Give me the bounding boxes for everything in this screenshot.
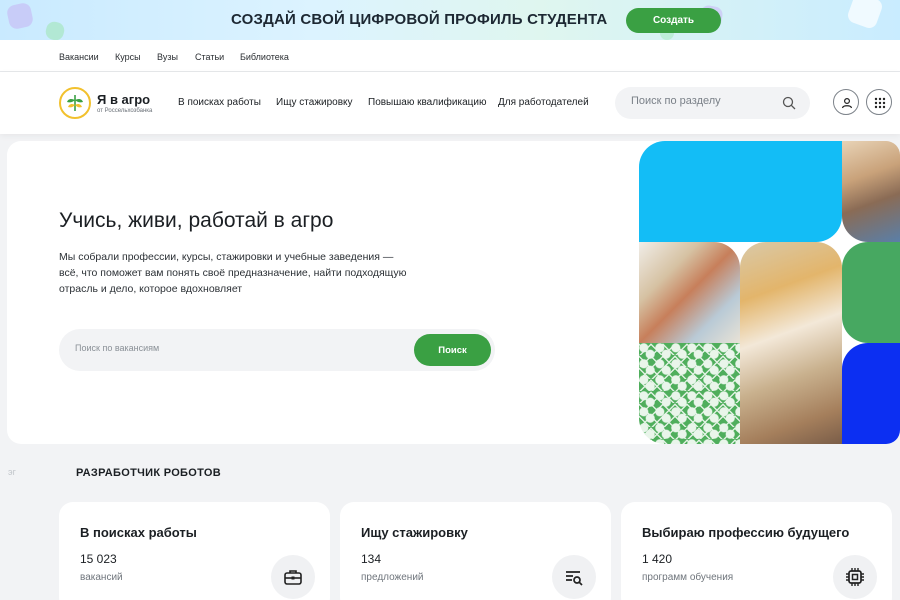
topnav-vacancies[interactable]: Вакансии	[59, 52, 99, 62]
collage-tile-green	[842, 242, 900, 343]
card-count: 134	[361, 552, 382, 566]
topnav-courses[interactable]: Курсы	[115, 52, 141, 62]
nav-upskilling[interactable]: Повышаю квалификацию	[368, 97, 486, 108]
decor-shape	[44, 20, 66, 40]
nav-job-search[interactable]: В поисках работы	[178, 97, 261, 108]
section-search-input[interactable]	[631, 95, 781, 107]
vacancy-search[interactable]: Поиск	[59, 329, 495, 371]
profile-button[interactable]	[833, 89, 859, 115]
collage-photo-student	[842, 141, 900, 242]
card-title: В поисках работы	[80, 525, 197, 540]
side-glyph: эг	[8, 467, 16, 477]
card-job-search[interactable]: В поисках работы 15 023 вакансий	[59, 502, 330, 600]
collage-photo-writing-student	[740, 242, 842, 444]
logo-subtitle: от Россельхозбанка	[97, 108, 153, 114]
hero-title: Учись, живи, работай в агро	[59, 209, 334, 232]
nav-employers[interactable]: Для работодателей	[498, 97, 589, 108]
promo-banner[interactable]: СОЗДАЙ СВОЙ ЦИФРОВОЙ ПРОФИЛЬ СТУДЕНТА Со…	[0, 0, 900, 40]
card-count: 1 420	[642, 552, 673, 566]
logo-icon[interactable]	[59, 87, 91, 119]
vacancy-search-input[interactable]	[75, 343, 375, 353]
card-unit: предложений	[361, 572, 424, 583]
section-search[interactable]	[615, 87, 810, 119]
hero-collage	[639, 141, 900, 444]
section-label: РАЗРАБОТЧИК РОБОТОВ	[76, 467, 221, 479]
card-future-profession[interactable]: Выбираю профессию будущего 1 420 програм…	[621, 502, 892, 600]
collage-tile-blue	[639, 141, 842, 242]
card-unit: вакансий	[80, 572, 123, 583]
topnav-universities[interactable]: Вузы	[157, 52, 178, 62]
create-profile-button[interactable]: Создать	[626, 8, 721, 33]
search-icon[interactable]	[782, 96, 796, 115]
briefcase-icon	[271, 555, 315, 599]
card-internship[interactable]: Ищу стажировку 134 предложений	[340, 502, 611, 600]
top-navigation: Вакансии Курсы Вузы Статьи Библиотека	[0, 40, 900, 72]
collage-tile-navy	[842, 343, 900, 444]
hero-section: Учись, живи, работай в агро Мы собрали п…	[7, 141, 900, 444]
logo-title[interactable]: Я в агро	[97, 92, 150, 107]
main-header: Я в агро от Россельхозбанка В поисках ра…	[0, 72, 900, 134]
collage-photo-classroom	[639, 242, 740, 343]
apps-menu-button[interactable]	[866, 89, 892, 115]
user-icon	[841, 97, 853, 109]
chip-icon	[833, 555, 877, 599]
vacancy-search-button[interactable]: Поиск	[414, 334, 491, 366]
collage-tile-pattern	[639, 343, 740, 444]
promo-text: СОЗДАЙ СВОЙ ЦИФРОВОЙ ПРОФИЛЬ СТУДЕНТА	[231, 11, 608, 28]
card-title: Выбираю профессию будущего	[642, 525, 850, 540]
grid-icon	[874, 97, 886, 109]
decor-shape	[5, 1, 35, 31]
nav-internship[interactable]: Ищу стажировку	[276, 97, 353, 108]
search-list-icon	[552, 555, 596, 599]
hero-description: Мы собрали профессии, курсы, стажировки …	[59, 251, 407, 295]
topnav-articles[interactable]: Статьи	[195, 52, 224, 62]
card-unit: программ обучения	[642, 572, 734, 583]
decor-shape	[845, 0, 885, 31]
topnav-library[interactable]: Библиотека	[240, 52, 289, 62]
card-title: Ищу стажировку	[361, 525, 468, 540]
card-count: 15 023	[80, 552, 117, 566]
